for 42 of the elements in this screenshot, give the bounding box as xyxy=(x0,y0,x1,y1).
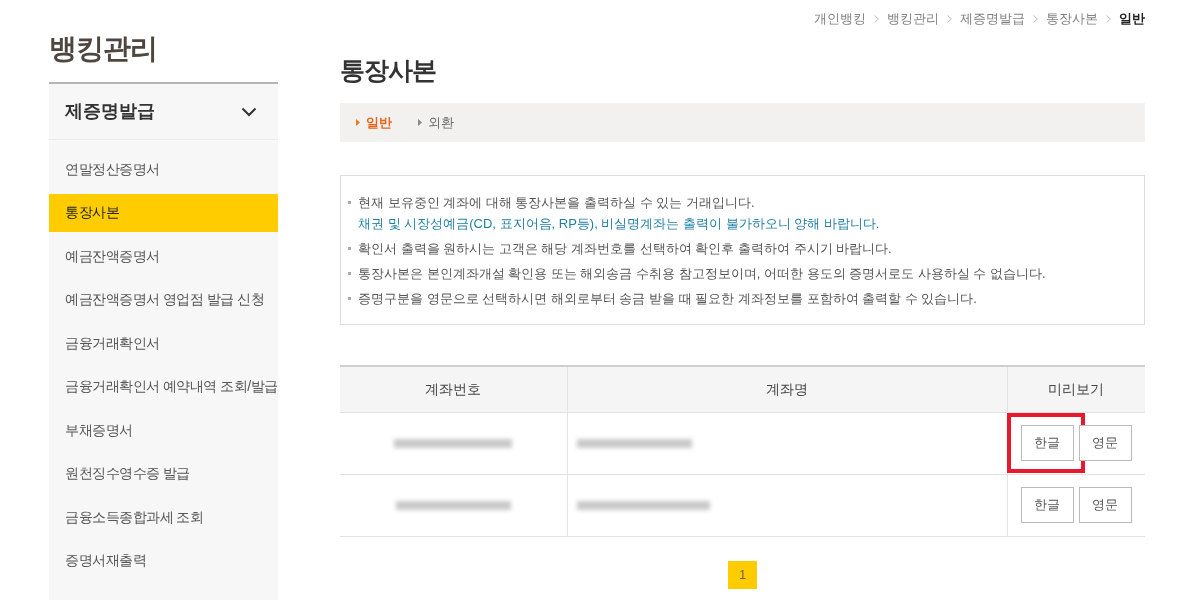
notice-text: 확인서 출력을 원하시는 고객은 해당 계좌번호를 선택하여 확인후 출력하여 주시기 바랍니다. xyxy=(358,240,892,258)
notice-text: 증명구분을 영문으로 선택하시면 해외로부터 송금 받을 때 필요한 계좌정보를 포함하여 출력할 수 있습니다. xyxy=(358,290,977,308)
preview-button[interactable]: 영문 xyxy=(1078,425,1132,461)
notice-note: 채권 및 시장성예금(CD, 표지어음, RP등), 비실명계좌는 출력이 불가하오니 양해 바랍니다. xyxy=(358,215,880,233)
triangle-icon xyxy=(356,119,360,126)
breadcrumb-link[interactable]: 뱅킹관리 xyxy=(887,8,939,29)
bullet-icon xyxy=(348,272,351,275)
sidebar-item[interactable]: 부채증명서 xyxy=(49,411,278,449)
sidebar-item[interactable]: 금융거래확인서 예약내역 조회/발급 xyxy=(49,367,278,406)
notice-text: 현재 보유중인 계좌에 대해 통장사본을 출력하실 수 있는 거래입니다. xyxy=(358,194,756,212)
sidebar-item[interactable]: 증명서재출력 xyxy=(49,541,278,580)
chevron-right-icon xyxy=(947,14,952,23)
column-header: 계좌번호 xyxy=(340,366,567,412)
chevron-right-icon xyxy=(1033,14,1038,23)
section-header[interactable]: 제증명발급 xyxy=(49,84,278,140)
triangle-icon xyxy=(418,119,422,126)
bullet-icon xyxy=(348,201,351,204)
sidebar-item[interactable]: 금융소득종합과세 조회 xyxy=(49,498,278,536)
tab[interactable]: 외환 xyxy=(418,112,454,133)
chevron-right-icon xyxy=(874,14,879,23)
bullet-icon xyxy=(348,297,351,300)
preview-button[interactable]: 한글 xyxy=(1020,487,1074,523)
column-header: 계좌명 xyxy=(567,366,1007,412)
sidebar-item[interactable]: 금융거래확인서 xyxy=(49,324,278,362)
breadcrumb-link[interactable]: 제증명발급 xyxy=(960,8,1025,29)
sidebar-title: 뱅킹관리 xyxy=(49,32,158,66)
column-header: 미리보기 xyxy=(1007,366,1145,412)
breadcrumb-link[interactable]: 통장사본 xyxy=(1046,8,1098,29)
breadcrumb-link[interactable]: 일반 xyxy=(1119,8,1145,29)
sidebar-item[interactable]: 예금잔액증명서 영업점 발급 신청 xyxy=(49,280,278,319)
chevron-right-icon xyxy=(1106,14,1111,23)
breadcrumb-link[interactable]: 개인뱅킹 xyxy=(814,8,866,29)
notice-text: 통장사본은 본인계좌개설 확인용 또는 해외송금 수취용 참고정보이며, 어떠한 용도의 증명서로도 사용하실 수 없습니다. xyxy=(358,265,1046,283)
sidebar-item[interactable]: 원천징수영수증 발급 xyxy=(49,454,278,493)
preview-button[interactable]: 영문 xyxy=(1078,487,1132,523)
page-title: 통장사본 xyxy=(340,55,437,85)
page-link[interactable]: 1 xyxy=(728,560,757,589)
bullet-icon xyxy=(348,247,351,250)
sidebar-item[interactable]: 연말정산증명서 xyxy=(49,150,278,188)
sidebar-item[interactable]: 통장사본 xyxy=(49,193,278,232)
preview-button[interactable]: 한글 xyxy=(1020,425,1074,461)
sidebar-item[interactable]: 예금잔액증명서 xyxy=(49,237,278,275)
